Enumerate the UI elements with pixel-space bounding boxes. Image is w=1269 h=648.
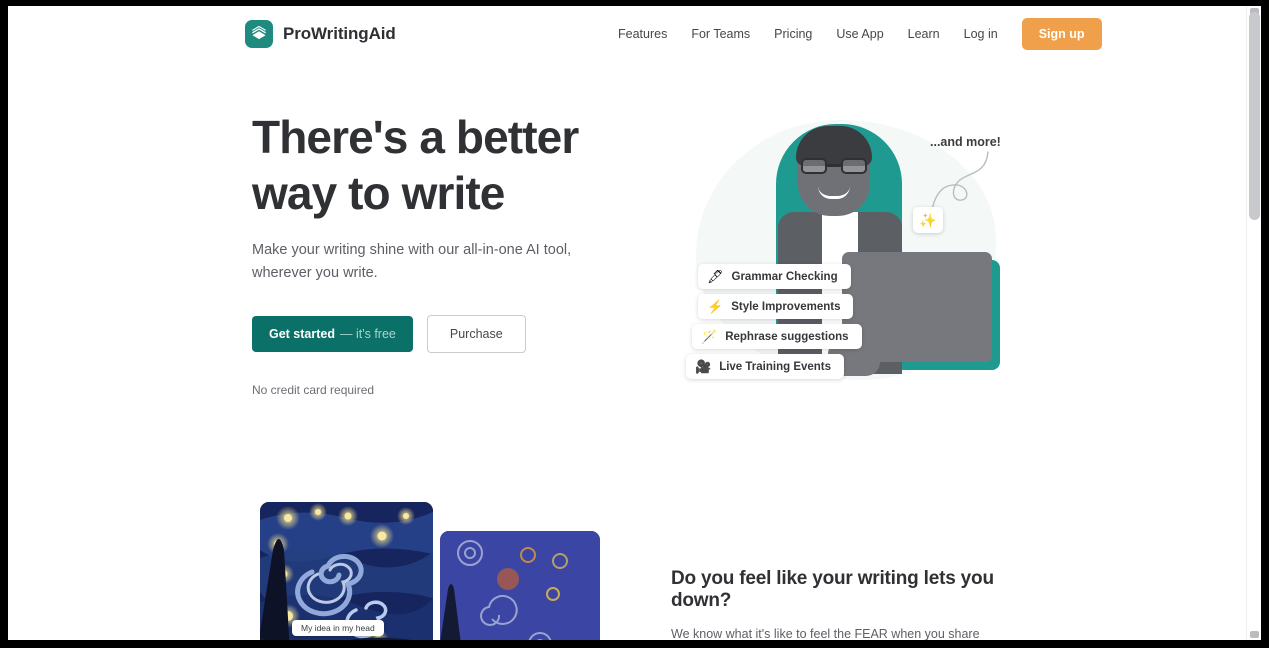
- illustration-cards: My idea in my head: [252, 502, 612, 640]
- page-content: ProWritingAid Features For Teams Pricing…: [8, 6, 1246, 640]
- brand-logo[interactable]: ProWritingAid: [245, 20, 396, 48]
- feature-chip-label: Rephrase suggestions: [725, 330, 849, 343]
- my-idea-in-my-head-tag: My idea in my head: [292, 620, 384, 636]
- sparkle-badge: ✨: [913, 207, 943, 233]
- magic-wand-icon: 🪄: [701, 329, 718, 344]
- sign-up-button[interactable]: Sign up: [1021, 18, 1102, 50]
- movie-camera-icon: 🎥: [695, 359, 712, 374]
- hero-illustration: ...and more! ✨ 🖋 Grammar Checking ⚡ Styl…: [668, 102, 1028, 432]
- feature-chip-rephrase-suggestions: 🪄 Rephrase suggestions: [692, 324, 862, 349]
- main-navigation: Features For Teams Pricing Use App Learn…: [606, 18, 1102, 50]
- lightning-bolt-icon: ⚡: [707, 299, 724, 314]
- hero-copy: There's a better way to write Make your …: [252, 109, 632, 397]
- feature-chip-live-training-events: 🎥 Live Training Events: [686, 354, 845, 379]
- stacked-pages-icon: [245, 20, 273, 48]
- site-header: ProWritingAid Features For Teams Pricing…: [8, 6, 1246, 62]
- nav-item-learn[interactable]: Learn: [896, 21, 952, 47]
- glasses-icon: [801, 158, 867, 174]
- quill-pen-icon: 🖋: [707, 269, 724, 284]
- nav-item-log-in[interactable]: Log in: [952, 21, 1010, 47]
- feature-chip-label: Live Training Events: [719, 360, 832, 373]
- no-credit-card-note: No credit card required: [252, 383, 375, 397]
- nav-item-features[interactable]: Features: [606, 21, 679, 47]
- browser-frame: ProWritingAid Features For Teams Pricing…: [0, 0, 1269, 648]
- feature-chip-style-improvements: ⚡ Style Improvements: [698, 294, 854, 319]
- person-jacket-left: [778, 212, 822, 374]
- nav-item-pricing[interactable]: Pricing: [762, 21, 824, 47]
- nav-item-use-app[interactable]: Use App: [824, 21, 895, 47]
- sparkles-icon: ✨: [919, 211, 937, 228]
- purchase-button[interactable]: Purchase: [426, 315, 526, 353]
- hero-section: There's a better way to write Make your …: [8, 62, 1246, 462]
- get-started-label: Get started: [269, 327, 335, 341]
- brand-name: ProWritingAid: [283, 24, 396, 43]
- section2-body: We know what it's like to feel the FEAR …: [671, 627, 980, 640]
- get-started-button[interactable]: Get started — it's free: [252, 316, 413, 352]
- feature-chip-label: Grammar Checking: [731, 270, 838, 283]
- section2-copy: Do you feel like your writing lets you d…: [671, 568, 1023, 640]
- page-viewport: ProWritingAid Features For Teams Pricing…: [8, 6, 1261, 640]
- nav-item-for-teams[interactable]: For Teams: [679, 21, 762, 47]
- scrollbar-thumb[interactable]: [1249, 12, 1260, 220]
- feature-chip-grammar-checking: 🖋 Grammar Checking: [698, 264, 851, 289]
- vertical-scrollbar[interactable]: [1246, 6, 1261, 640]
- feature-chip-label: Style Improvements: [731, 300, 841, 313]
- and-more-label: ...and more!: [930, 135, 1001, 149]
- hero-cta-group: Get started — it's free Purchase: [252, 315, 632, 353]
- section2-title: Do you feel like your writing lets you d…: [671, 568, 994, 611]
- scrollbar-down-arrow[interactable]: [1250, 631, 1259, 638]
- hero-title-line-2: way to write: [252, 167, 505, 219]
- plain-sketch-card: [440, 531, 600, 640]
- writing-lets-you-down-section: My idea in my head Do you feel like your…: [8, 462, 1246, 640]
- hero-subtitle: Make your writing shine with our all-in-…: [252, 242, 572, 281]
- hero-title: There's a better way to write: [252, 109, 632, 221]
- get-started-sublabel: — it's free: [340, 327, 396, 341]
- hero-title-line-1: There's a better: [252, 111, 579, 163]
